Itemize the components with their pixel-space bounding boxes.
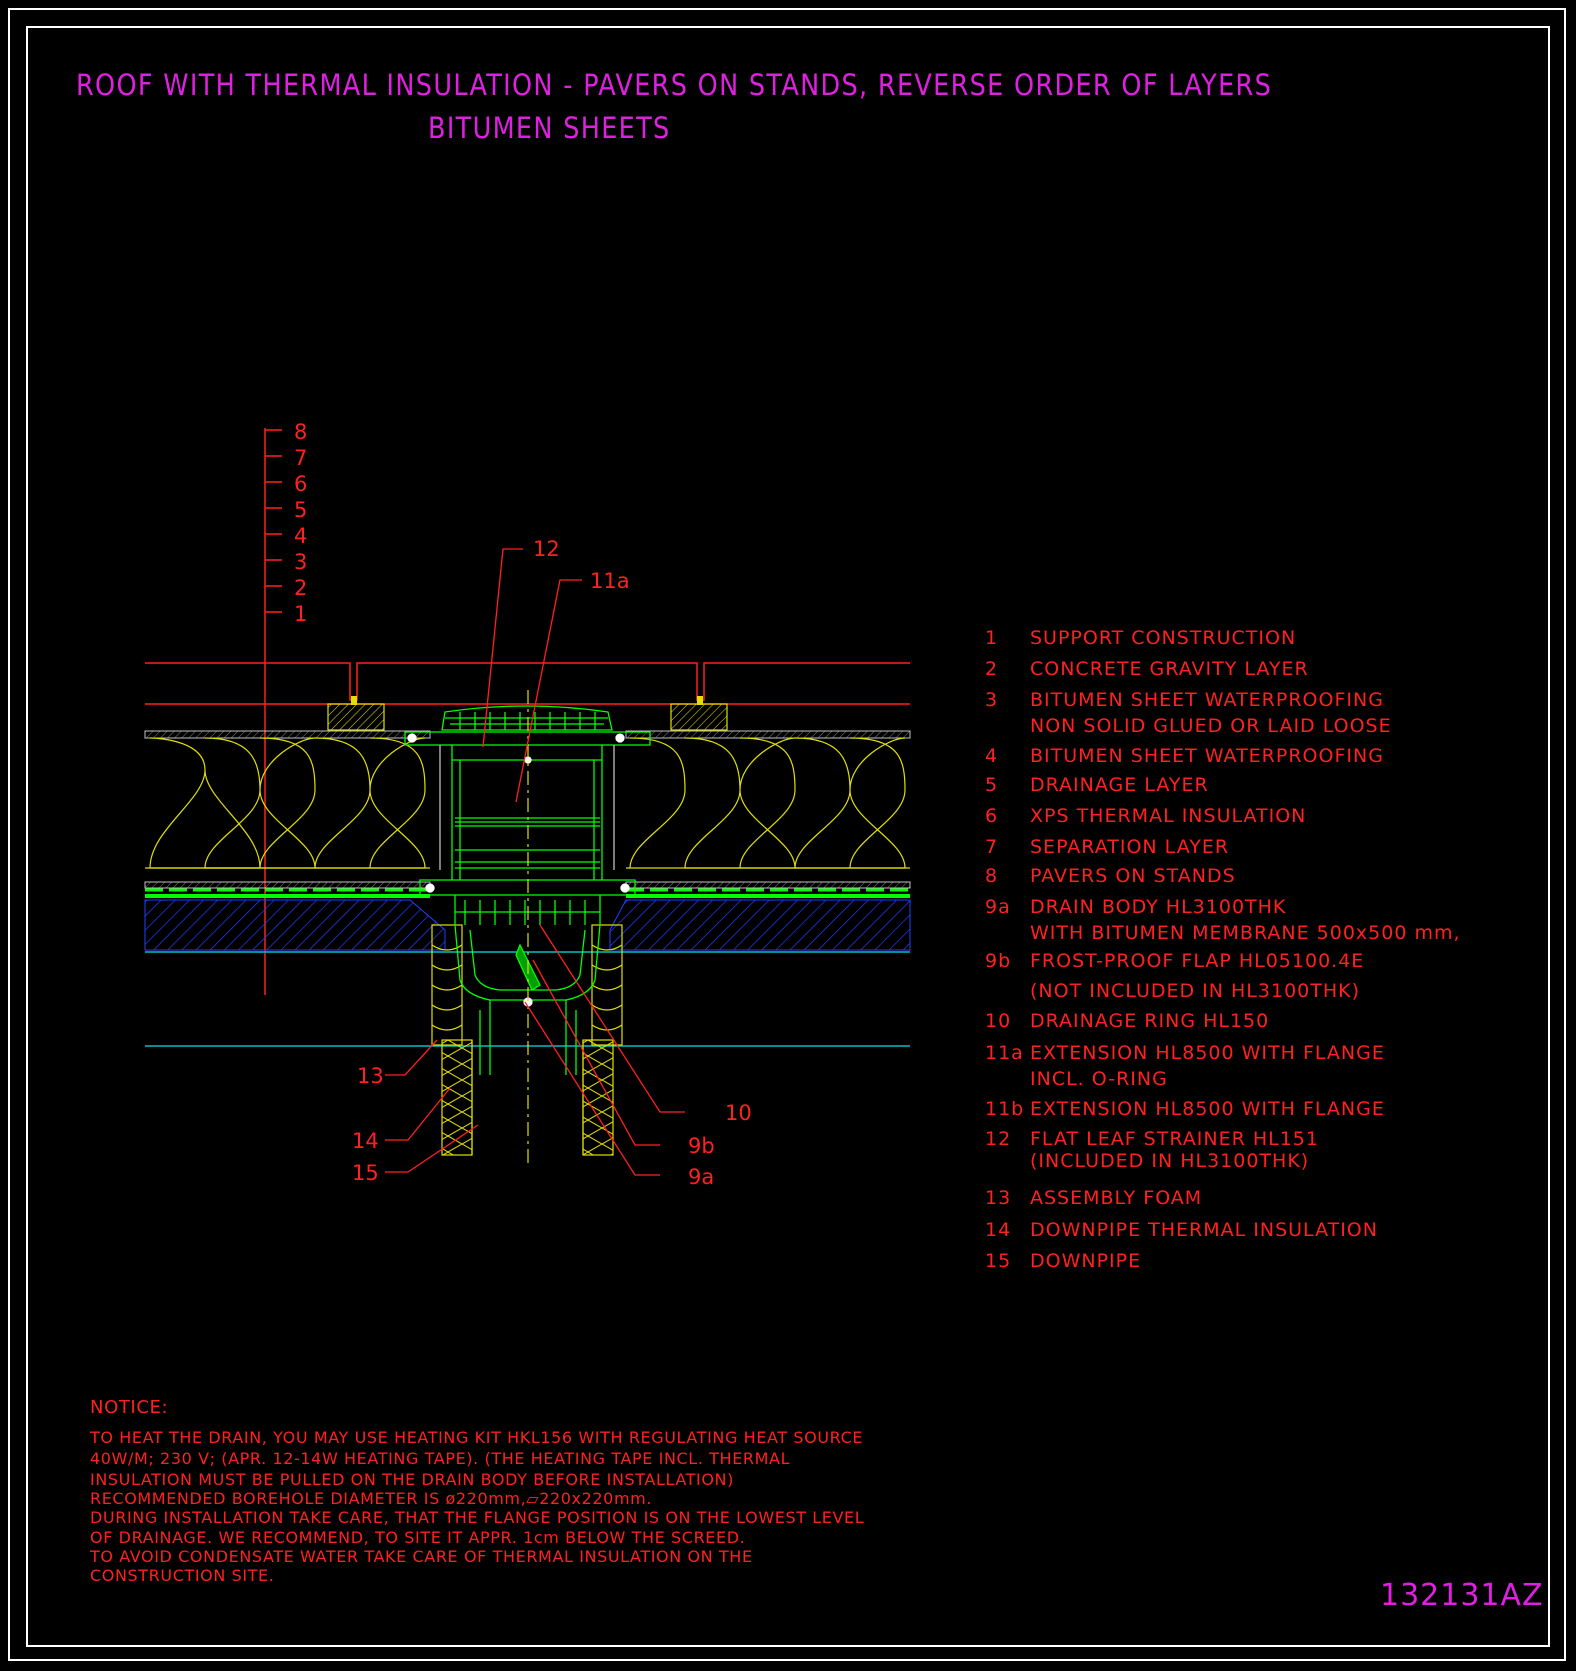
- callout-12: 12: [533, 537, 560, 561]
- assembly-foam: [431, 924, 623, 1046]
- xps-insulation-right: [626, 737, 910, 869]
- notice-line-5: DURING INSTALLATION TAKE CARE, THAT THE …: [90, 1508, 865, 1527]
- callout-15: 15: [352, 1161, 379, 1185]
- layer-label-7: 7: [294, 446, 307, 470]
- callout-9b: 9b: [688, 1134, 715, 1158]
- notice-line-8: CONSTRUCTION SITE.: [90, 1566, 275, 1585]
- layer-label-2: 2: [294, 576, 307, 600]
- xps-insulation-left: [145, 737, 430, 869]
- callout-14: 14: [352, 1129, 379, 1153]
- notice-line-2: 40W/M; 230 V; (APR. 12-14W HEATING TAPE)…: [90, 1449, 791, 1468]
- notice-line-7: TO AVOID CONDENSATE WATER TAKE CARE OF T…: [90, 1547, 753, 1566]
- notice-line-6: OF DRAINAGE. WE RECOMMEND, TO SITE IT AP…: [90, 1528, 746, 1547]
- callout-10: 10: [725, 1101, 752, 1125]
- layer-label-8: 8: [294, 420, 307, 444]
- layer-label-5: 5: [294, 498, 307, 522]
- layer-label-1: 1: [294, 602, 307, 626]
- layer-label-6: 6: [294, 472, 307, 496]
- callout-11a: 11a: [590, 569, 630, 593]
- notice-line-1: TO HEAT THE DRAIN, YOU MAY USE HEATING K…: [90, 1428, 864, 1447]
- notice-line-4: RECOMMENDED BOREHOLE DIAMETER IS ø220mm,…: [90, 1489, 653, 1508]
- layer-label-3: 3: [294, 550, 307, 574]
- notice-heading: NOTICE:: [90, 1397, 169, 1418]
- callout-9a: 9a: [688, 1165, 714, 1189]
- callout-13: 13: [357, 1064, 384, 1088]
- drawing-code: 132131AZ: [1380, 1578, 1544, 1613]
- notice-line-3: INSULATION MUST BE PULLED ON THE DRAIN B…: [90, 1470, 734, 1489]
- layer-label-4: 4: [294, 524, 307, 548]
- roof-drain-section-drawing: 8 7 6 5 4 3 2 1 12 11a 13 14 15 10 9b 9a: [144, 420, 911, 1189]
